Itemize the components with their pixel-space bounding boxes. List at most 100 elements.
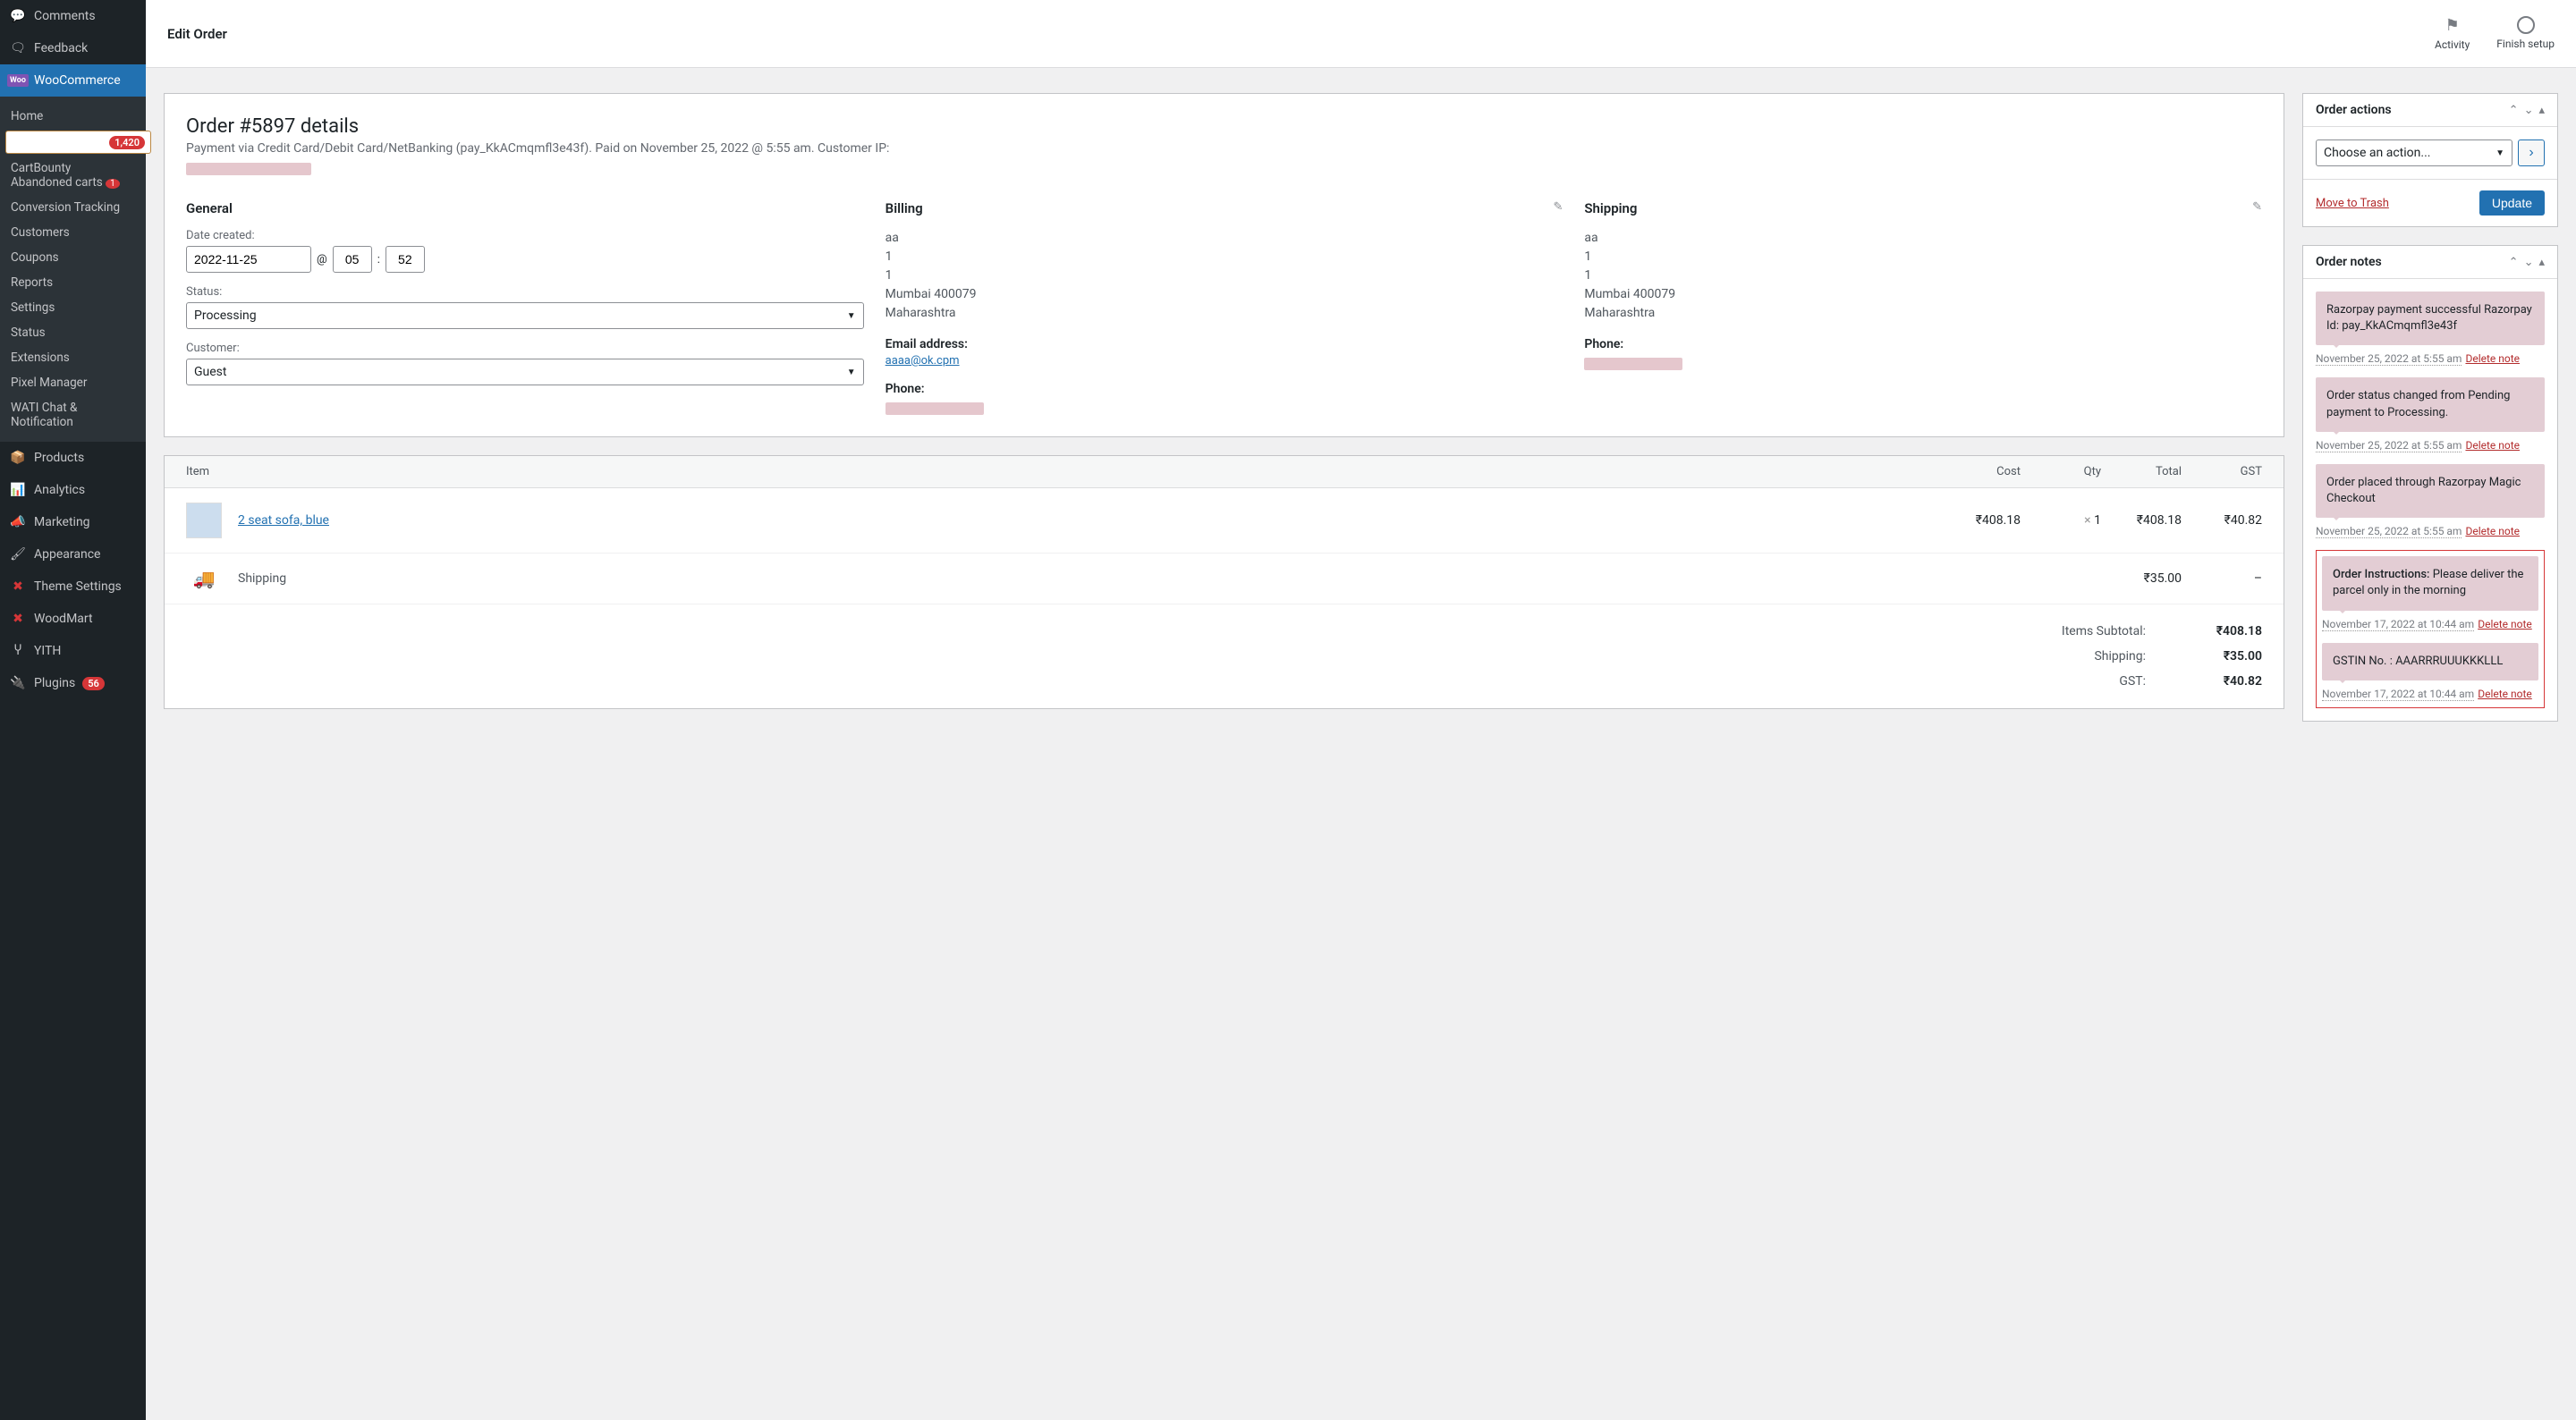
customer-select[interactable]: Guest▼ [186,359,864,385]
sidebar-woodmart[interactable]: ✖WoodMart [0,603,146,635]
edit-shipping-icon[interactable]: ✎ [2252,200,2262,214]
delete-note-link[interactable]: Delete note [2478,618,2532,630]
sidebar-marketing[interactable]: 📣Marketing [0,506,146,538]
theme-icon: ✖ [9,578,27,596]
orders-count-badge: 1,420 [109,136,145,149]
sidebar-theme-settings[interactable]: ✖Theme Settings [0,571,146,603]
notes-heading: Order notes [2316,255,2382,269]
submenu-cartbounty[interactable]: CartBounty Abandoned carts 1 [0,156,146,195]
ship-phone-label: Phone: [1584,335,2262,354]
billing-phone-redacted [886,402,984,415]
truck-icon: 🚚 [186,568,222,589]
delete-note-link[interactable]: Delete note [2478,688,2532,700]
product-name-link[interactable]: 2 seat sofa, blue [238,513,1940,528]
sidebar-woocommerce[interactable]: WooWooCommerce [0,64,146,97]
product-thumb[interactable] [186,503,222,538]
appearance-icon: 🖌 [9,545,27,563]
billing-email-link[interactable]: aaaa@ok.cpm [886,354,960,368]
finish-setup-button[interactable]: Finish setup [2496,16,2555,51]
activity-button[interactable]: Activity [2435,16,2470,51]
woodmart-icon: ✖ [9,610,27,628]
caret-up-icon[interactable]: ⌃ [2509,104,2519,117]
sidebar-comments[interactable]: 💬Comments [0,0,146,32]
collapse-icon[interactable]: ▴ [2538,104,2545,117]
sidebar-yith[interactable]: ჄYITH [0,635,146,667]
chevron-down-icon: ▼ [2496,148,2504,158]
billing-heading: Billing [886,200,1563,216]
sidebar-appearance[interactable]: 🖌Appearance [0,538,146,571]
sidebar-plugins[interactable]: 🔌Plugins 56 [0,667,146,699]
woo-icon: Woo [9,72,27,89]
move-to-trash-link[interactable]: Move to Trash [2316,197,2389,210]
actions-heading: Order actions [2316,103,2392,117]
plugins-badge: 56 [82,677,105,690]
caret-down-icon[interactable]: ⌄ [2524,256,2534,269]
sidebar-analytics[interactable]: 📊Analytics [0,474,146,506]
caret-down-icon[interactable]: ⌄ [2524,104,2534,117]
woo-submenu: Home Orders 1,420 CartBounty Abandoned c… [0,97,146,442]
hour-input[interactable] [333,246,372,273]
analytics-icon: 📊 [9,481,27,499]
main-area: Edit Order Activity Finish setup Order #… [146,0,2576,1420]
order-title: Order #5897 details [186,115,2262,138]
customer-label: Customer: [186,342,864,355]
note-timestamp: November 17, 2022 at 10:44 am [2322,688,2474,701]
delete-note-link[interactable]: Delete note [2465,525,2520,537]
submenu-customers[interactable]: Customers [0,220,146,245]
submenu-extensions[interactable]: Extensions [0,345,146,370]
marketing-icon: 📣 [9,513,27,531]
shipping-column: ✎ Shipping aa 1 1 Mumbai 400079 Maharash… [1584,200,2262,415]
yith-icon: Ⴤ [9,642,27,660]
order-notes-panel: Order notes ⌃ ⌄ ▴ Razorpay payment success… [2302,245,2558,722]
page-title: Edit Order [167,26,227,42]
order-note: Razorpay payment successful Razorpay Id:… [2316,292,2545,345]
delete-note-link[interactable]: Delete note [2465,352,2520,365]
plugins-icon: 🔌 [9,674,27,692]
sidebar-products[interactable]: 📦Products [0,442,146,474]
update-button[interactable]: Update [2479,190,2545,216]
cartbounty-badge: 1 [106,179,120,189]
comment-icon: 💬 [9,7,27,25]
items-header: Item Cost Qty Total GST [165,456,2284,488]
submenu-reports[interactable]: Reports [0,270,146,295]
topbar: Edit Order Activity Finish setup [146,0,2576,68]
submenu-tracking[interactable]: Conversion Tracking [0,195,146,220]
email-label: Email address: [886,335,1563,354]
submenu-wati[interactable]: WATI Chat & Notification [0,395,146,435]
shipping-row: 🚚 Shipping ₹35.00 – [165,554,2284,604]
order-note: GSTIN No. : AAARRRUUUKKKLLL [2322,643,2538,680]
submenu-orders[interactable]: Orders 1,420 [5,131,151,154]
chevron-down-icon: ▼ [847,368,856,377]
customer-ip-redacted [186,163,311,175]
date-input[interactable] [186,246,311,273]
products-icon: 📦 [9,449,27,467]
note-timestamp: November 17, 2022 at 10:44 am [2322,618,2474,631]
flag-icon [2445,16,2460,35]
chevron-down-icon: ▼ [847,311,856,321]
submenu-settings[interactable]: Settings [0,295,146,320]
order-note: Order Instructions: Please deliver the p… [2322,556,2538,610]
shipping-phone-redacted [1584,358,1682,370]
phone-label: Phone: [886,380,1563,399]
admin-sidebar: 💬Comments 🗨Feedback WooWooCommerce Home … [0,0,146,1420]
note-timestamp: November 25, 2022 at 5:55 am [2316,439,2462,452]
edit-billing-icon[interactable]: ✎ [1553,200,1563,214]
delete-note-link[interactable]: Delete note [2465,439,2520,452]
status-select[interactable]: Processing▼ [186,302,864,329]
totals-section: Items Subtotal:₹408.18 Shipping:₹35.00 G… [165,604,2284,708]
submenu-status[interactable]: Status [0,320,146,345]
date-label: Date created: [186,229,864,242]
submenu-pixel[interactable]: Pixel Manager [0,370,146,395]
general-heading: General [186,200,864,216]
feedback-icon: 🗨 [9,39,27,57]
sidebar-feedback[interactable]: 🗨Feedback [0,32,146,64]
run-action-button[interactable]: › [2518,139,2545,166]
submenu-coupons[interactable]: Coupons [0,245,146,270]
billing-column: ✎ Billing aa 1 1 Mumbai 400079 Maharasht… [886,200,1563,415]
minute-input[interactable] [386,246,425,273]
action-select[interactable]: Choose an action...▼ [2316,139,2512,166]
submenu-home[interactable]: Home [0,104,146,129]
collapse-icon[interactable]: ▴ [2538,256,2545,269]
line-item-row: 2 seat sofa, blue ₹408.18 × 1 ₹408.18 ₹4… [165,488,2284,554]
caret-up-icon[interactable]: ⌃ [2509,256,2519,269]
